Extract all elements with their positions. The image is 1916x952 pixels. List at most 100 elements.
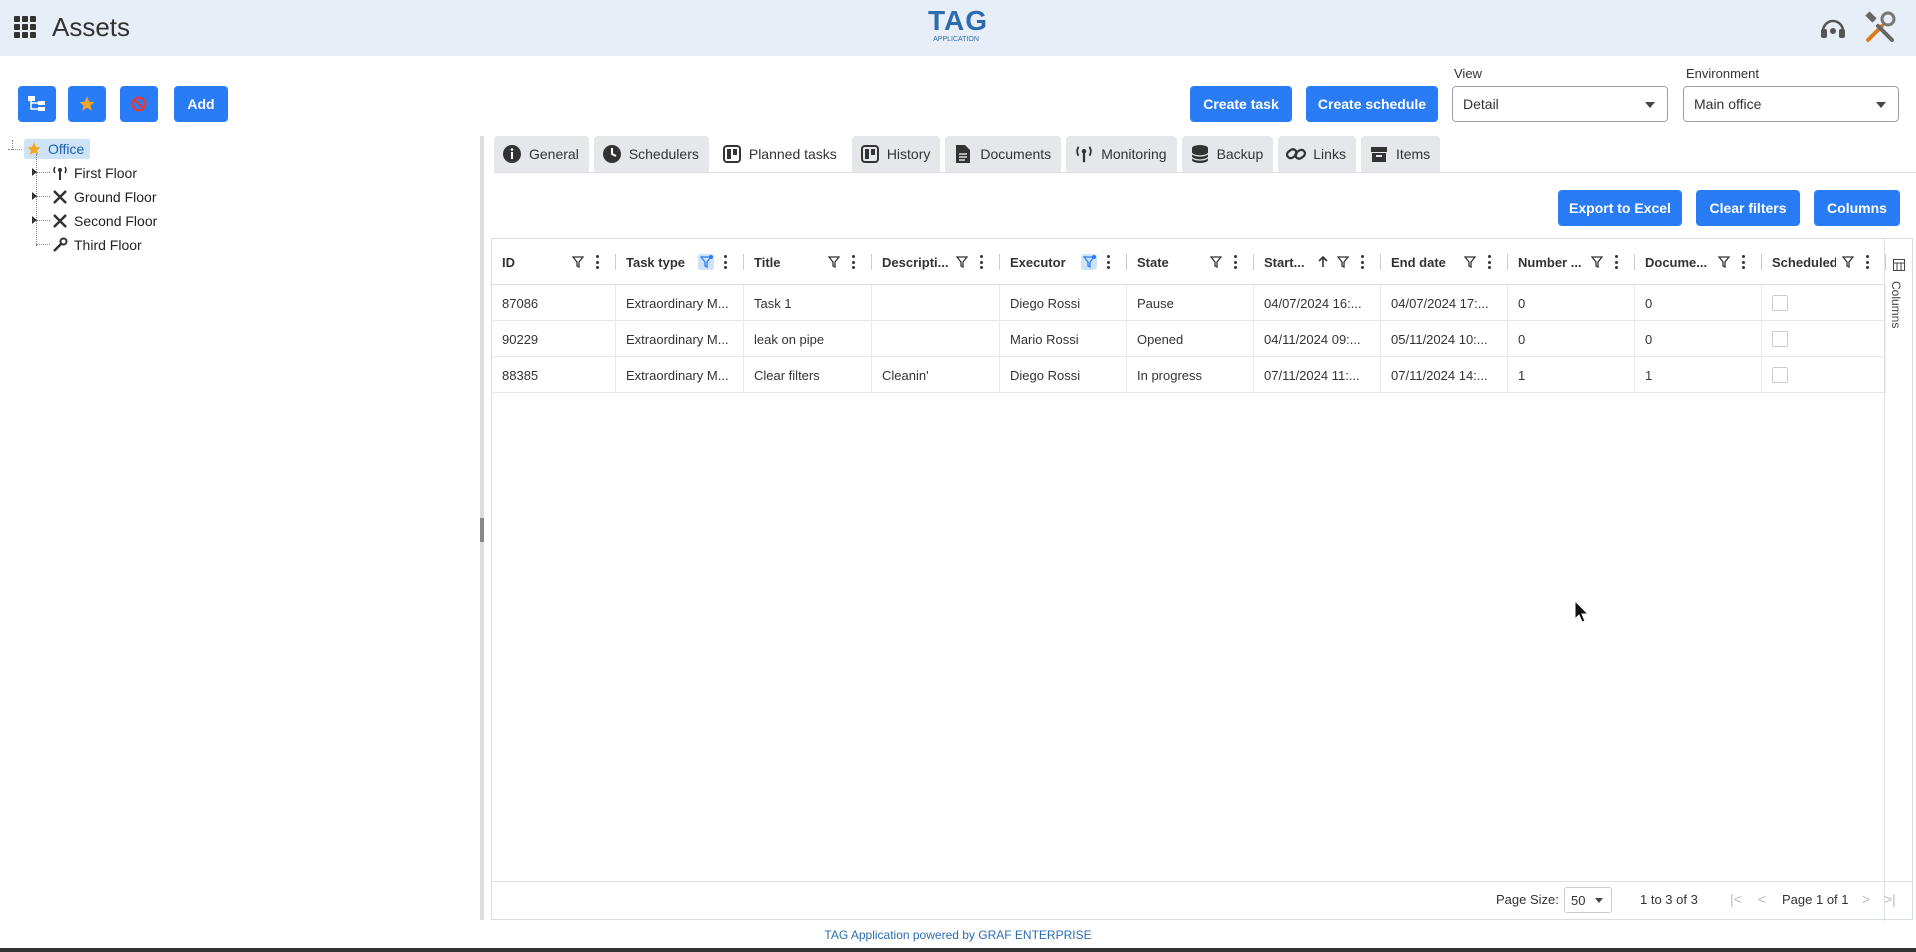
environment-label: Environment [1686,66,1759,81]
grid-pager: Page Size: 50 1 to 3 of 3 |< < Page 1 of… [492,881,1912,919]
table-row[interactable]: 88385 Extraordinary M... Clear filters Clea… [492,357,1886,393]
tab-backup[interactable]: Backup [1181,136,1274,172]
add-button[interactable]: Add [174,86,228,122]
apps-grid-icon[interactable] [14,16,36,38]
column-header[interactable]: Docume... [1635,239,1762,285]
column-header-label: ID [502,254,515,270]
filter-icon[interactable] [1840,254,1856,270]
chevron-down-icon [1595,898,1603,903]
filter-icon[interactable] [1335,254,1351,270]
column-menu-icon[interactable] [1232,255,1238,269]
column-menu-icon[interactable] [1613,255,1619,269]
expand-icon[interactable] [32,192,37,200]
scheduled-checkbox[interactable] [1772,331,1788,347]
column-menu-icon[interactable] [1486,255,1492,269]
hierarchy-icon [28,96,45,111]
first-page-icon[interactable]: |< [1730,891,1742,907]
column-header[interactable]: End date [1381,239,1508,285]
filter-icon[interactable] [826,254,842,270]
column-header[interactable]: Scheduled [1762,239,1886,285]
column-header[interactable]: State [1127,239,1254,285]
tree-node-third-floor[interactable]: Third Floor [52,234,142,256]
table-cell: 07/11/2024 11:... [1254,357,1381,393]
previous-page-icon[interactable]: < [1758,891,1766,907]
column-menu-icon[interactable] [1359,255,1365,269]
sort-ascending-icon[interactable] [1315,254,1331,270]
columns-button[interactable]: Columns [1814,190,1900,226]
filter-icon[interactable] [570,254,586,270]
create-task-button[interactable]: Create task [1190,86,1292,122]
expand-icon[interactable] [32,168,37,176]
view-select[interactable]: Detail [1452,86,1668,122]
tab-items[interactable]: Items [1360,136,1441,172]
tree-node-first-floor[interactable]: First Floor [52,162,137,184]
column-menu-icon[interactable] [850,255,856,269]
column-header[interactable]: Task type [616,239,744,285]
tree-node-office[interactable]: Office [24,138,91,160]
favorite-button[interactable] [68,86,106,122]
tab-planned-tasks[interactable]: Planned tasks [713,136,847,172]
tree-node-second-floor[interactable]: Second Floor [52,210,157,232]
tree-node-ground-floor[interactable]: Ground Floor [52,186,156,208]
filter-icon[interactable] [954,254,970,270]
filter-icon[interactable] [1716,254,1732,270]
table-cell: 04/11/2024 09:... [1254,321,1381,357]
column-header[interactable]: Executor [1000,239,1127,285]
create-schedule-button[interactable]: Create schedule [1306,86,1438,122]
filter-icon[interactable] [1462,254,1478,270]
column-header[interactable]: Start... [1254,239,1381,285]
column-menu-icon[interactable] [1740,255,1746,269]
table-cell: 0 [1635,285,1762,321]
column-header[interactable]: Title [744,239,872,285]
tab-schedulers[interactable]: Schedulers [593,136,709,172]
tab-links[interactable]: Links [1278,136,1356,172]
table-cell: 04/07/2024 17:... [1381,285,1508,321]
tools-settings-icon[interactable] [1862,10,1898,46]
column-menu-icon[interactable] [722,255,728,269]
filter-icon[interactable] [698,254,714,270]
table-cell: 88385 [492,357,616,393]
tree-view-button[interactable] [18,86,56,122]
next-page-icon[interactable]: > [1862,891,1870,907]
tab-history[interactable]: History [851,136,941,172]
column-header-label: Scheduled [1772,254,1836,270]
tab-general[interactable]: General [494,136,589,172]
scheduled-checkbox[interactable] [1772,367,1788,383]
table-cell: 0 [1635,321,1762,357]
expand-icon[interactable] [32,216,37,224]
table-cell [872,285,1000,321]
column-header[interactable]: Descripti... [872,239,1000,285]
tree-label: Ground Floor [74,189,157,205]
block-button[interactable] [120,86,158,122]
scheduled-checkbox[interactable] [1772,295,1788,311]
columns-side-panel[interactable]: Columns [1884,239,1912,921]
environment-select[interactable]: Main office [1683,86,1899,122]
column-header[interactable]: Number ... [1508,239,1635,285]
tab-documents[interactable]: Documents [945,136,1062,172]
table-row[interactable]: 90229 Extraordinary M... leak on pipe Mario… [492,321,1886,357]
table-cell: 0 [1508,321,1635,357]
tab-monitoring[interactable]: Monitoring [1066,136,1177,172]
last-page-icon[interactable]: >| [1884,891,1896,907]
column-menu-icon[interactable] [594,255,600,269]
column-menu-icon[interactable] [978,255,984,269]
scheduled-cell [1762,285,1886,321]
column-header[interactable]: ID [492,239,616,285]
table-cell: Extraordinary M... [616,285,744,321]
support-headset-icon[interactable] [1818,14,1848,44]
filter-icon[interactable] [1589,254,1605,270]
bottom-bar [0,948,1916,952]
splitter-handle[interactable] [480,518,484,542]
export-to-excel-button[interactable]: Export to Excel [1558,190,1682,226]
filter-icon[interactable] [1208,254,1224,270]
table-row[interactable]: 87086 Extraordinary M... Task 1 Diego Rossi… [492,285,1886,321]
clear-filters-button[interactable]: Clear filters [1696,190,1800,226]
page-size-label: Page Size: [1496,892,1559,907]
filter-icon[interactable] [1081,254,1097,270]
column-menu-icon[interactable] [1105,255,1111,269]
column-header-label: Start... [1264,254,1305,270]
table-cell: Mario Rossi [1000,321,1127,357]
table-cell: 1 [1508,357,1635,393]
column-menu-icon[interactable] [1864,255,1870,269]
page-size-select[interactable]: 50 [1564,887,1612,913]
